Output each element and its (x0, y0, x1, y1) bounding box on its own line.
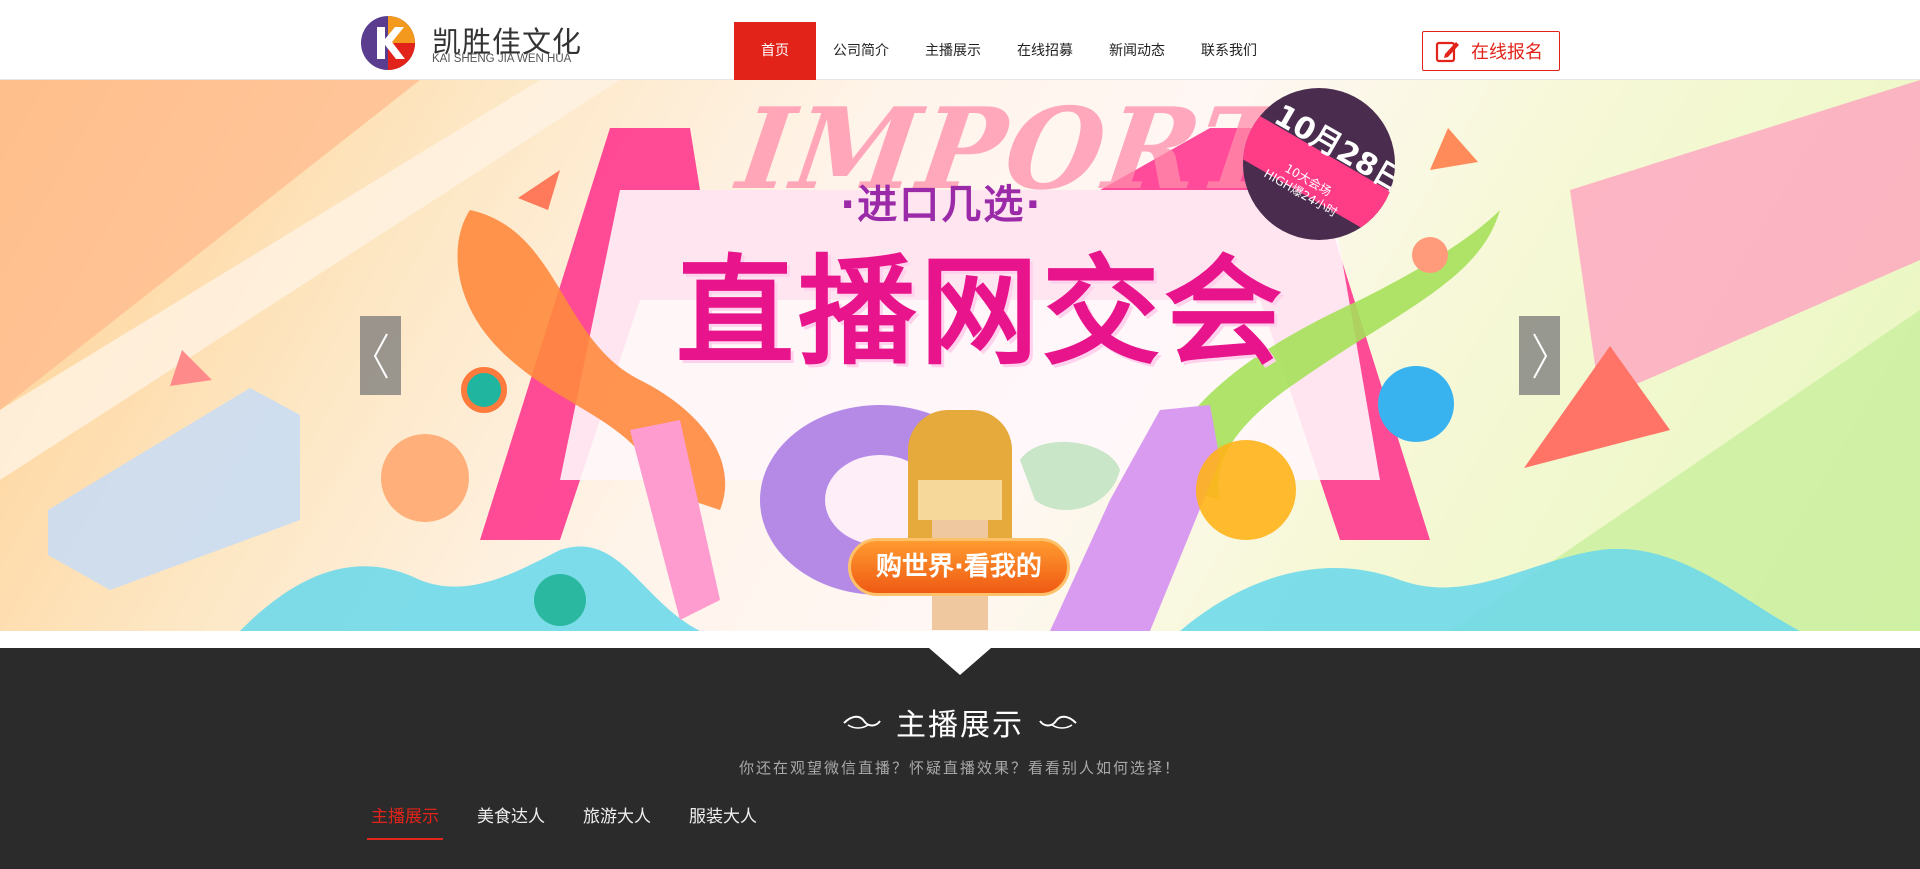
logo-mark-icon (361, 16, 415, 70)
site-header: 凯胜佳文化 KAI SHENG JIA WEN HUA 首页 公司简介 主播展示… (0, 0, 1920, 80)
banner-prev-button[interactable] (360, 316, 401, 395)
site-logo[interactable]: 凯胜佳文化 KAI SHENG JIA WEN HUA (360, 15, 600, 71)
chevron-right-icon (1532, 333, 1547, 378)
chevron-left-icon (373, 333, 388, 378)
signup-label: 在线报名 (1471, 42, 1543, 63)
tab-anchors[interactable]: 主播展示 (367, 800, 443, 840)
hero-banner: IMPORT ·进口几选· 直播网交会 10月28日 10大会场 HIGH爆24… (0, 80, 1920, 631)
logo-name-en: KAI SHENG JIA WEN HUA (432, 53, 572, 65)
tab-fashion[interactable]: 服装大人 (689, 800, 757, 840)
section-notch (929, 648, 991, 675)
section-title: 主播展示 (896, 708, 1024, 743)
nav-item-recruit[interactable]: 在线招募 (999, 22, 1091, 80)
main-nav: 首页 公司简介 主播展示 在线招募 新闻动态 联系我们 (734, 22, 1275, 80)
nav-item-contact[interactable]: 联系我们 (1183, 22, 1275, 80)
nav-item-anchors[interactable]: 主播展示 (907, 22, 999, 80)
tab-travel[interactable]: 旅游大人 (583, 800, 651, 840)
left-flourish-icon (843, 715, 881, 729)
tab-food[interactable]: 美食达人 (477, 800, 545, 840)
section-subtitle: 你还在观望微信直播？怀疑直播效果？看看别人如何选择！ (738, 759, 1181, 777)
edit-icon (1435, 41, 1459, 63)
category-tabs: 主播展示 美食达人 旅游大人 服装大人 (367, 800, 795, 840)
nav-item-news[interactable]: 新闻动态 (1091, 22, 1183, 80)
section-divider (0, 631, 1920, 648)
date-badge: 10月28日 10大会场 HIGH爆24小时 (1243, 88, 1395, 240)
nav-item-about[interactable]: 公司简介 (816, 22, 907, 80)
right-flourish-icon (1039, 715, 1077, 729)
banner-headline: 直播网交会 (676, 243, 1287, 381)
section-heading: 主播展示 (0, 700, 1920, 744)
banner-next-button[interactable] (1519, 316, 1560, 395)
nav-item-home[interactable]: 首页 (734, 22, 816, 80)
online-signup-button[interactable]: 在线报名 (1422, 31, 1560, 71)
banner-slogan: 购世界·看我的 (848, 538, 1070, 596)
